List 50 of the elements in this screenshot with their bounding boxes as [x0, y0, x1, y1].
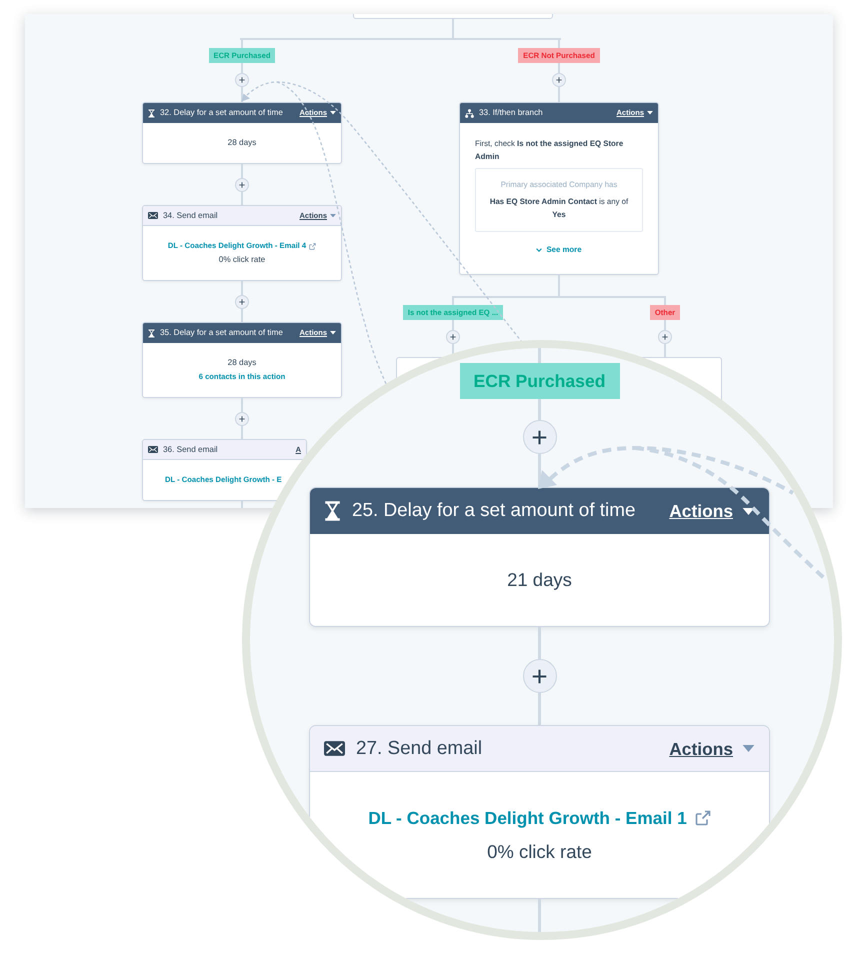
delay-duration: 21 days: [507, 568, 572, 592]
step-title: 27. Send email: [356, 736, 482, 760]
hierarchy-icon: [465, 108, 474, 118]
plus-icon: [556, 77, 562, 83]
add-step-button[interactable]: [235, 73, 249, 87]
click-rate-text: 0% click rate: [487, 840, 592, 864]
add-step-button[interactable]: [235, 178, 249, 192]
step-title: 25. Delay for a set amount of time: [352, 499, 636, 523]
plus-icon: [662, 334, 668, 340]
delay-duration: 28 days: [228, 137, 256, 149]
hourglass-icon: [148, 328, 155, 338]
step-title: 34. Send email: [163, 210, 218, 220]
actions-dropdown[interactable]: Actions: [669, 736, 755, 760]
actions-dropdown[interactable]: Actions: [669, 499, 755, 523]
add-step-button[interactable]: [552, 73, 566, 87]
step-title: 33. If/then branch: [479, 108, 543, 118]
add-step-button[interactable]: [446, 330, 460, 344]
chevron-down-icon: [536, 248, 542, 252]
caret-icon: [330, 214, 336, 218]
envelope-icon: [148, 212, 158, 219]
add-step-button[interactable]: [522, 420, 556, 454]
caret-icon: [330, 111, 336, 115]
branch-label: ECR Purchased: [460, 363, 620, 399]
add-step-button[interactable]: [658, 330, 672, 344]
add-step-button[interactable]: [235, 412, 249, 426]
add-step-button[interactable]: [522, 659, 556, 693]
step-title: 32. Delay for a set amount of time: [160, 108, 283, 118]
envelope-icon: [148, 446, 158, 453]
plus-icon: [239, 182, 245, 188]
add-step-button[interactable]: [235, 295, 249, 309]
plus-icon: [450, 334, 456, 340]
plus-icon: [532, 668, 547, 684]
plus-icon: [532, 430, 547, 444]
delay-duration: 28 days: [228, 357, 256, 369]
plus-icon: [239, 299, 245, 305]
step-title: 36. Send email: [163, 444, 218, 454]
external-link-icon: [309, 242, 316, 250]
caret-icon: [330, 331, 336, 335]
hourglass-icon: [324, 501, 341, 521]
connector-line: [538, 399, 541, 420]
caret-icon: [742, 745, 755, 752]
envelope-icon: [324, 741, 345, 756]
caret-icon: [647, 111, 653, 115]
step-title: 35. Delay for a set amount of time: [160, 328, 283, 338]
click-rate-text: 0% click rate: [218, 254, 266, 266]
plus-icon: [239, 77, 245, 83]
external-link-icon: [694, 810, 711, 826]
plus-icon: [239, 416, 245, 422]
email-link[interactable]: DL - Coaches Delight Growth - Email 1: [368, 804, 711, 832]
hourglass-icon: [148, 108, 155, 118]
